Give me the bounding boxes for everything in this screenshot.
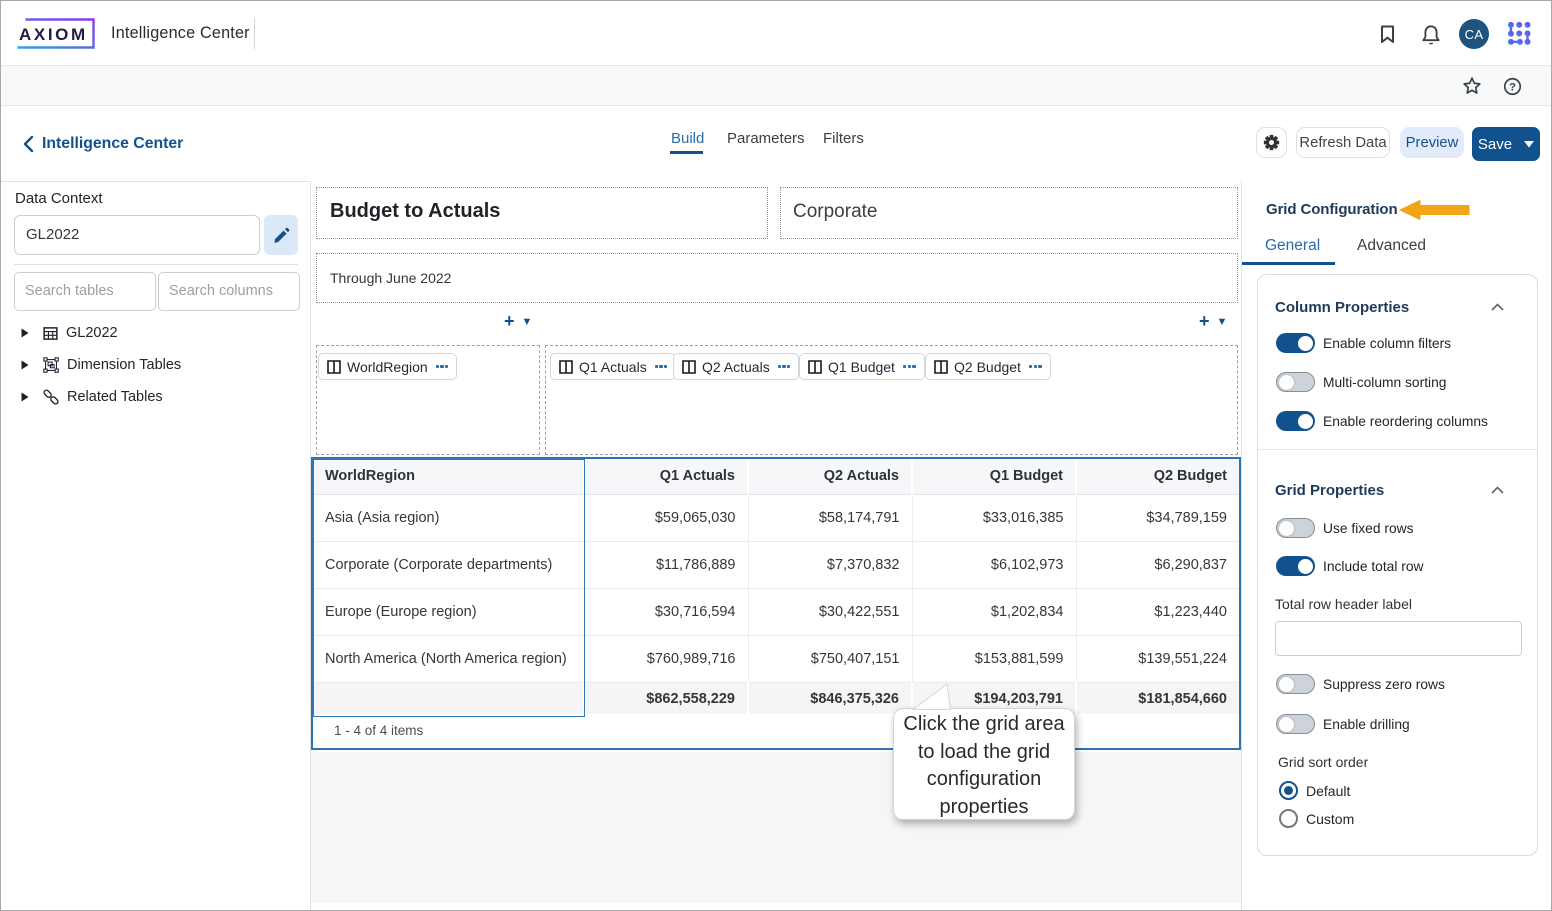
svg-text:?: ? xyxy=(1509,81,1516,93)
